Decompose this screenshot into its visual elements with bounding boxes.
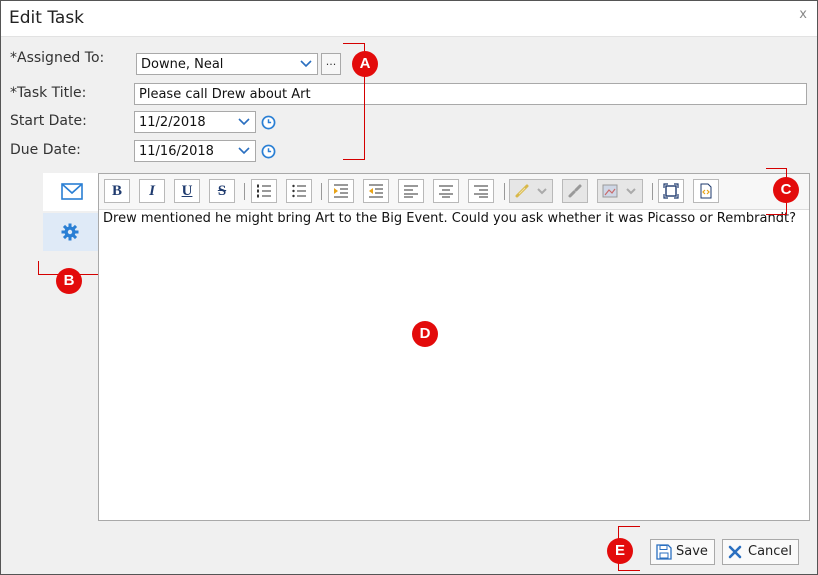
underline-button[interactable]: U xyxy=(174,179,200,203)
link-icon xyxy=(515,184,547,198)
chevron-down-icon xyxy=(238,147,250,155)
bold-button[interactable]: B xyxy=(104,179,130,203)
envelope-icon xyxy=(61,183,83,200)
fullscreen-button[interactable] xyxy=(658,179,684,203)
close-icon xyxy=(728,545,742,559)
image-icon xyxy=(602,184,636,198)
close-button[interactable]: x xyxy=(799,7,807,22)
floppy-disk-icon xyxy=(656,544,672,560)
due-date-value: 11/16/2018 xyxy=(139,144,214,159)
insert-image-button[interactable] xyxy=(597,179,643,203)
toolbar-separator xyxy=(504,183,505,200)
start-date-value: 11/2/2018 xyxy=(139,115,206,130)
callout-a: A xyxy=(352,51,378,77)
gear-icon xyxy=(61,223,79,241)
callout-e: E xyxy=(607,538,633,564)
callout-c: C xyxy=(773,177,799,203)
assigned-to-select[interactable]: Downe, Neal xyxy=(136,53,318,75)
assigned-to-value: Downe, Neal xyxy=(141,57,224,72)
unordered-list-icon xyxy=(292,184,306,198)
assigned-to-label: *Assigned To: xyxy=(10,50,105,66)
chevron-down-icon xyxy=(300,60,312,68)
browse-assignee-button[interactable]: ... xyxy=(321,53,341,75)
insert-link-button[interactable] xyxy=(509,179,553,203)
toolbar-separator xyxy=(244,183,245,200)
task-title-input[interactable]: Please call Drew about Art xyxy=(134,83,807,105)
align-right-icon xyxy=(474,185,488,198)
unordered-list-button[interactable] xyxy=(286,179,312,203)
editor-toolbar: B I U S xyxy=(99,174,809,210)
chevron-down-icon xyxy=(238,118,250,126)
email-tab[interactable] xyxy=(43,173,98,211)
title-bar: Edit Task x xyxy=(1,1,817,37)
clock-icon[interactable] xyxy=(261,144,276,159)
fullscreen-icon xyxy=(663,183,679,199)
due-date-picker[interactable]: 11/16/2018 xyxy=(134,140,256,162)
callout-b: B xyxy=(56,268,82,294)
editor-body[interactable]: Drew mentioned he might bring Art to the… xyxy=(103,211,796,226)
cancel-label: Cancel xyxy=(748,544,793,559)
start-date-label: Start Date: xyxy=(10,113,87,129)
ordered-list-button[interactable] xyxy=(251,179,277,203)
settings-tab[interactable] xyxy=(43,213,98,251)
task-title-label: *Task Title: xyxy=(10,85,87,101)
align-left-icon xyxy=(404,185,418,198)
indent-button[interactable] xyxy=(328,179,354,203)
view-html-button[interactable] xyxy=(693,179,719,203)
italic-button[interactable]: I xyxy=(139,179,165,203)
cancel-button[interactable]: Cancel xyxy=(722,539,800,565)
align-center-button[interactable] xyxy=(433,179,459,203)
align-right-button[interactable] xyxy=(468,179,494,203)
task-title-value: Please call Drew about Art xyxy=(139,87,311,102)
toolbar-separator xyxy=(652,183,653,200)
html-source-icon xyxy=(700,183,712,199)
indent-icon xyxy=(334,184,348,198)
toolbar-separator xyxy=(321,183,322,200)
save-label: Save xyxy=(676,544,708,559)
save-button[interactable]: Save xyxy=(650,539,715,565)
edit-task-dialog: Edit Task x *Assigned To: Downe, Neal ..… xyxy=(0,0,818,575)
ordered-list-icon xyxy=(257,184,271,198)
dialog-title: Edit Task xyxy=(9,8,85,28)
start-date-picker[interactable]: 11/2/2018 xyxy=(134,111,256,133)
outdent-icon xyxy=(369,184,383,198)
outdent-button[interactable] xyxy=(363,179,389,203)
clock-icon[interactable] xyxy=(261,115,276,130)
due-date-label: Due Date: xyxy=(10,142,81,158)
rich-text-editor[interactable]: B I U S Drew mentioned he might bring Ar… xyxy=(98,173,810,521)
align-left-button[interactable] xyxy=(398,179,424,203)
strikethrough-button[interactable]: S xyxy=(209,179,235,203)
align-center-icon xyxy=(439,185,453,198)
callout-d: D xyxy=(412,321,438,347)
remove-link-button[interactable] xyxy=(562,179,588,203)
unlink-icon xyxy=(568,184,582,198)
